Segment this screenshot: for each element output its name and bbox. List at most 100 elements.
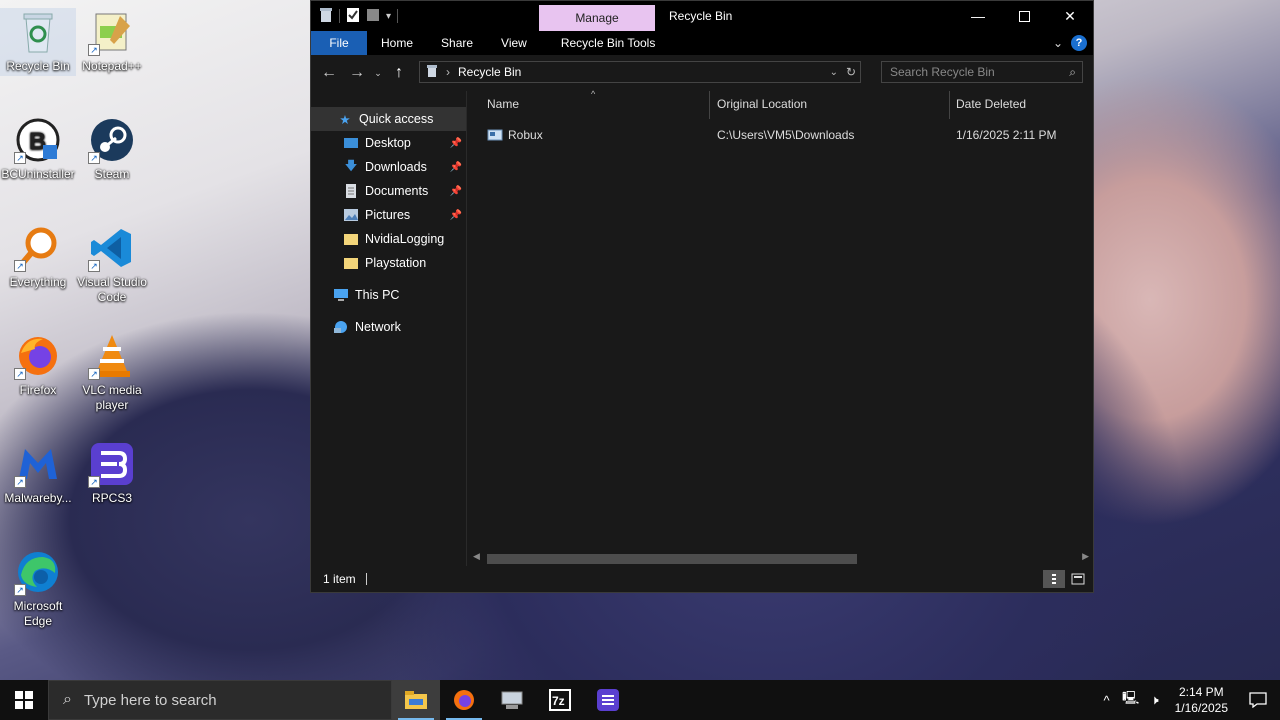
nav-item-quick-access[interactable]: ★ Quick access: [311, 107, 466, 131]
breadcrumb[interactable]: Recycle Bin: [458, 65, 521, 79]
notifications-button[interactable]: [1236, 680, 1280, 720]
tab-file[interactable]: File: [311, 31, 367, 55]
new-folder-icon[interactable]: [366, 7, 380, 26]
customize-toolbar-icon[interactable]: ▾: [386, 11, 391, 22]
column-divider[interactable]: [709, 91, 710, 119]
taskbar-app-file-explorer[interactable]: [392, 680, 440, 720]
nav-item-nvidialogging[interactable]: NvidiaLogging: [311, 227, 466, 251]
column-header-name[interactable]: Name: [487, 97, 519, 111]
nav-item-network[interactable]: Network: [311, 315, 466, 339]
taskbar-app-network-tool[interactable]: [488, 680, 536, 720]
status-bar: 1 item: [311, 566, 1093, 592]
search-input[interactable]: Search Recycle Bin ⌕: [881, 61, 1083, 83]
nav-item-playstation[interactable]: Playstation: [311, 251, 466, 275]
address-bar[interactable]: › Recycle Bin ⌄ ↻: [419, 61, 861, 83]
desktop-icon-malwarebytes[interactable]: ↗ Malwareby...: [0, 440, 76, 506]
title-bar[interactable]: ▾ Manage Recycle Bin — ✕: [311, 1, 1093, 32]
expand-ribbon-icon[interactable]: ⌄: [1053, 36, 1063, 50]
status-divider: [365, 573, 367, 585]
desktop-icon-label: VLC media player: [82, 383, 142, 412]
tab-share[interactable]: Share: [427, 31, 487, 55]
up-button[interactable]: ↑: [385, 64, 413, 82]
folder-icon: [343, 231, 359, 247]
recent-locations-icon[interactable]: ⌄: [371, 68, 385, 79]
window-title: Recycle Bin: [669, 9, 733, 23]
desktop-icon-label: Steam: [94, 167, 130, 181]
file-explorer-icon: [405, 691, 427, 709]
nav-item-this-pc[interactable]: This PC: [311, 283, 466, 307]
nav-label: Downloads: [365, 160, 427, 174]
steam-icon: ↗: [88, 116, 136, 164]
desktop-icon-vlc[interactable]: ↗ VLC media player: [74, 332, 150, 413]
nav-item-documents[interactable]: Documents 📌: [311, 179, 466, 203]
desktop-icon-steam[interactable]: ↗ Steam: [74, 116, 150, 182]
vlc-icon: ↗: [88, 332, 136, 380]
volume-muted-icon[interactable]: 🕨: [1143, 692, 1167, 708]
scrollbar-thumb[interactable]: [487, 554, 857, 564]
desktop-icon-rpcs3[interactable]: ↗ RPCS3: [74, 440, 150, 506]
taskbar-app-7zip[interactable]: 7z: [536, 680, 584, 720]
clock-time: 2:14 PM: [1178, 685, 1224, 699]
desktop-icon-bcuninstaller[interactable]: B ↗ BCUninstaller: [0, 116, 76, 182]
tab-manage[interactable]: Manage: [539, 5, 655, 32]
taskbar-search-box[interactable]: ⌕ Type here to search: [48, 680, 392, 720]
taskbar-app-firefox[interactable]: [440, 680, 488, 720]
nav-label: Playstation: [365, 256, 427, 270]
recycle-bin-small-icon: [319, 7, 333, 26]
star-icon: ★: [339, 112, 351, 127]
large-icons-view-icon[interactable]: [1067, 570, 1089, 588]
column-header-original-location[interactable]: Original Location: [717, 97, 807, 111]
nav-label: This PC: [355, 288, 400, 302]
table-row[interactable]: Robux C:\Users\VM5\Downloads 1/16/2025 2…: [467, 125, 1093, 145]
horizontal-scrollbar[interactable]: ◀ ▶: [467, 550, 1093, 566]
desktop-icon-everything[interactable]: ↗ Everything: [0, 224, 76, 290]
minimize-button[interactable]: —: [955, 1, 1001, 31]
nav-item-desktop[interactable]: Desktop 📌: [311, 131, 466, 155]
help-icon[interactable]: ?: [1071, 35, 1087, 51]
shortcut-arrow-icon: ↗: [14, 476, 26, 488]
start-button[interactable]: [0, 680, 48, 720]
desktop-icon-edge[interactable]: ↗ Microsoft Edge: [0, 548, 76, 629]
scroll-right-icon[interactable]: ▶: [1082, 551, 1089, 562]
desktop-folder-icon: [343, 135, 359, 151]
show-hidden-icons-icon[interactable]: ^: [1095, 693, 1119, 708]
forward-button[interactable]: →: [343, 64, 371, 82]
tab-view[interactable]: View: [487, 31, 541, 55]
details-view-icon[interactable]: [1043, 570, 1065, 588]
desktop-icon-label: Malwareby...: [4, 491, 72, 505]
nav-label: Documents: [365, 184, 429, 198]
clock[interactable]: 2:14 PM 1/16/2025: [1167, 684, 1236, 716]
breadcrumb-chevron-icon: ›: [446, 65, 450, 79]
column-header-date-deleted[interactable]: Date Deleted: [956, 97, 1026, 111]
everything-icon: ↗: [14, 224, 62, 272]
shortcut-arrow-icon: ↗: [88, 152, 100, 164]
address-dropdown-icon[interactable]: ⌄: [830, 67, 838, 78]
tab-home[interactable]: Home: [367, 31, 427, 55]
shortcut-arrow-icon: ↗: [88, 260, 100, 272]
desktop-icon-vscode[interactable]: ↗ Visual Studio Code: [74, 224, 150, 305]
scroll-left-icon[interactable]: ◀: [473, 551, 480, 562]
recycle-bin-small-icon: [426, 64, 438, 81]
back-button[interactable]: ←: [315, 64, 343, 82]
file-explorer-window: ▾ Manage Recycle Bin — ✕ File Home Share…: [310, 0, 1094, 593]
close-button[interactable]: ✕: [1047, 1, 1093, 31]
desktop-icon-notepadpp[interactable]: ↗ Notepad++: [74, 8, 150, 74]
properties-icon[interactable]: [346, 7, 360, 26]
network-tool-icon: [501, 691, 523, 709]
desktop-icon-recycle-bin[interactable]: Recycle Bin: [0, 8, 76, 76]
column-divider[interactable]: [949, 91, 950, 119]
pin-icon: 📌: [449, 185, 462, 197]
column-headers: ^ Name Original Location Date Deleted: [467, 89, 1093, 119]
vscode-icon: ↗: [88, 224, 136, 272]
taskbar-app-rpcs3[interactable]: [584, 680, 632, 720]
desktop-icon-label: Notepad++: [82, 59, 142, 73]
network-status-icon[interactable]: 🖳: [1119, 689, 1143, 711]
refresh-icon[interactable]: ↻: [846, 65, 856, 79]
nav-item-downloads[interactable]: 🡇 Downloads 📌: [311, 155, 466, 179]
maximize-button[interactable]: [1001, 1, 1047, 31]
file-list: ^ Name Original Location Date Deleted Ro…: [467, 89, 1093, 566]
nav-item-pictures[interactable]: Pictures 📌: [311, 203, 466, 227]
desktop-icon-firefox[interactable]: ↗ Firefox: [0, 332, 76, 398]
tab-recycle-bin-tools[interactable]: Recycle Bin Tools: [547, 31, 670, 55]
search-placeholder: Search Recycle Bin: [890, 65, 995, 79]
